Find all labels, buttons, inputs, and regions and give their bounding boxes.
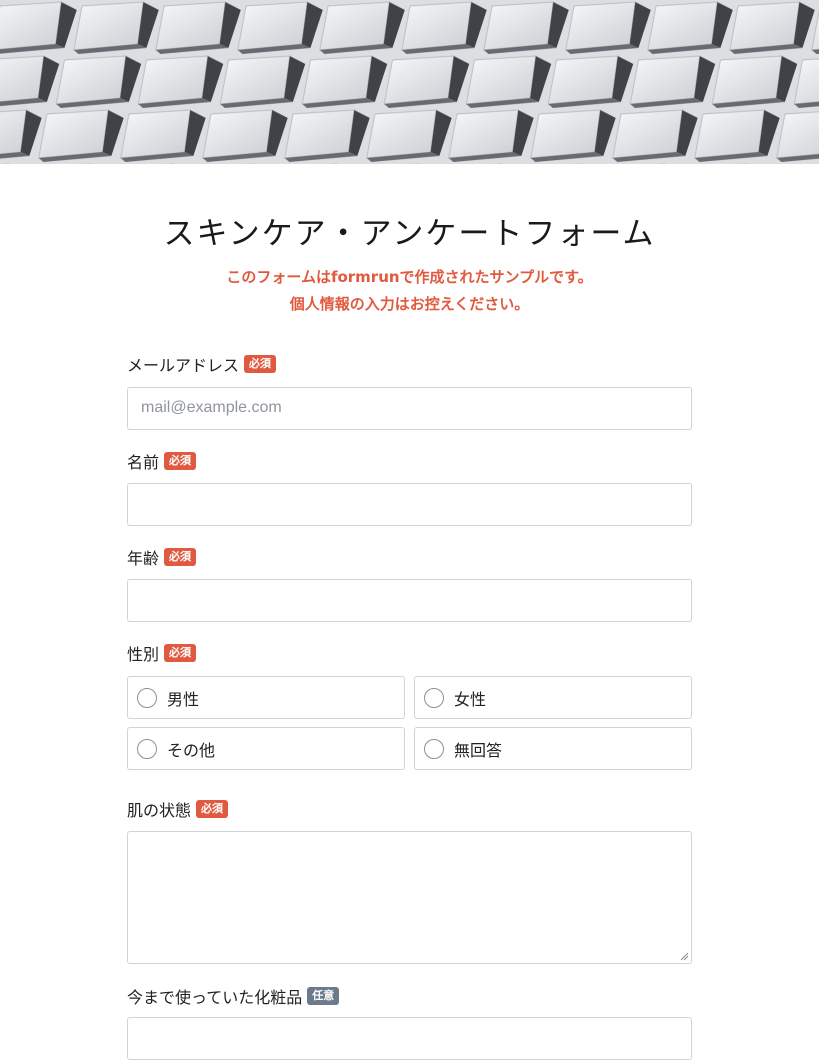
email-field[interactable]: mail@example.com xyxy=(127,387,692,430)
form-title: スキンケア・アンケートフォーム xyxy=(163,216,656,252)
resize-handle-icon[interactable] xyxy=(680,952,689,961)
cosmetics-label: 今まで使っていた化粧品 任意 xyxy=(127,984,340,1008)
radio-circle-icon[interactable] xyxy=(137,738,157,759)
notice-line-1: このフォームはformrunで作成されたサンプルです。 xyxy=(226,268,593,286)
sample-notice: このフォームはformrunで作成されたサンプルです。 個人情報の入力はお控えく… xyxy=(0,264,819,318)
optional-badge: 任意 xyxy=(307,987,340,1005)
gender-option-no-answer[interactable]: 無回答 xyxy=(414,727,692,770)
gender-option-label: 無回答 xyxy=(454,740,503,760)
required-badge: 必須 xyxy=(244,355,277,373)
email-label: メールアドレス 必須 xyxy=(127,352,277,376)
age-label-text: 年齢 xyxy=(127,549,160,568)
required-badge: 必須 xyxy=(164,452,197,470)
skin-condition-textarea[interactable] xyxy=(127,831,692,964)
cosmetics-field[interactable] xyxy=(127,1017,692,1060)
required-badge: 必須 xyxy=(164,644,197,662)
name-field[interactable] xyxy=(127,483,692,526)
gender-option-label: 男性 xyxy=(167,689,200,709)
architectural-pattern-image xyxy=(0,0,819,164)
skin-condition-label: 肌の状態 必須 xyxy=(127,797,229,821)
cosmetics-label-text: 今まで使っていた化粧品 xyxy=(127,988,303,1007)
email-label-text: メールアドレス xyxy=(127,356,240,375)
name-label: 名前 必須 xyxy=(127,449,197,473)
header-image xyxy=(0,0,819,164)
gender-option-other[interactable]: その他 xyxy=(127,727,405,770)
radio-circle-icon[interactable] xyxy=(424,687,444,708)
notice-line-2: 個人情報の入力はお控えください。 xyxy=(289,295,530,313)
gender-option-label: その他 xyxy=(167,740,216,760)
radio-circle-icon[interactable] xyxy=(137,687,157,708)
gender-option-female[interactable]: 女性 xyxy=(414,676,692,719)
gender-label-text: 性別 xyxy=(127,645,160,664)
email-placeholder: mail@example.com xyxy=(141,399,282,416)
age-field[interactable] xyxy=(127,579,692,622)
required-badge: 必須 xyxy=(196,800,229,818)
age-label: 年齢 必須 xyxy=(127,545,197,569)
name-label-text: 名前 xyxy=(127,453,160,472)
required-badge: 必須 xyxy=(164,548,197,566)
radio-circle-icon[interactable] xyxy=(424,738,444,759)
gender-option-label: 女性 xyxy=(454,689,487,709)
gender-label: 性別 必須 xyxy=(127,641,197,665)
gender-option-male[interactable]: 男性 xyxy=(127,676,405,719)
skin-condition-label-text: 肌の状態 xyxy=(127,801,192,820)
